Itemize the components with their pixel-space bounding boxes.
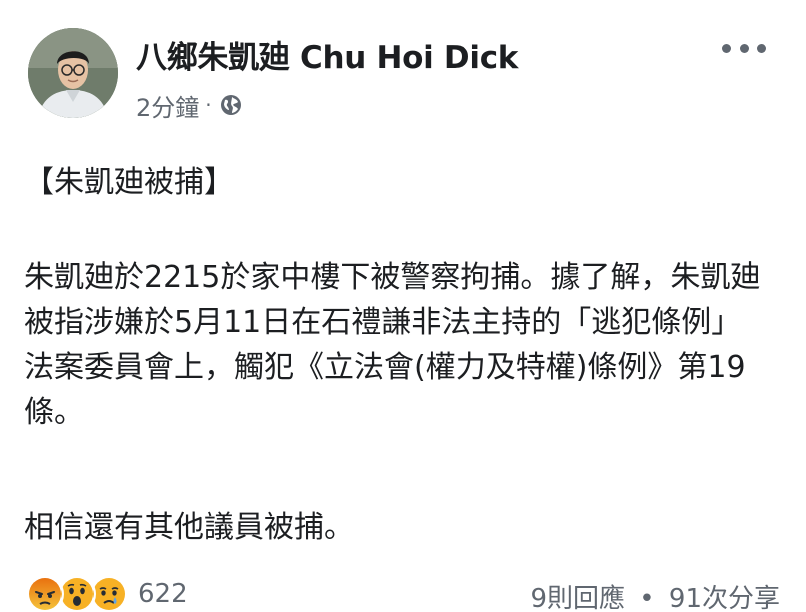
reaction-count[interactable]: 622 bbox=[138, 579, 188, 609]
avatar[interactable] bbox=[28, 28, 118, 118]
globe-icon[interactable] bbox=[220, 94, 242, 116]
post-meta: 2分鐘 · bbox=[136, 88, 242, 122]
author-name[interactable]: 八鄉朱凱廸 Chu Hoi Dick bbox=[136, 32, 518, 77]
more-dot bbox=[722, 43, 731, 53]
meta-separator: · bbox=[205, 93, 212, 117]
post-title: 【朱凱廸被捕】 bbox=[24, 165, 234, 200]
post-closing: 相信還有其他議員被捕。 bbox=[24, 510, 354, 545]
post-timestamp[interactable]: 2分鐘 bbox=[136, 88, 199, 123]
stats-separator: • bbox=[639, 584, 655, 612]
comments-count[interactable]: 9則回應 bbox=[530, 584, 625, 612]
angry-emoji-icon bbox=[26, 575, 64, 612]
post-paragraph: 朱凱廸於2215於家中樓下被警察拘捕。據了解，朱凱廸被指涉嫌於5月11日在石禮謙… bbox=[24, 260, 761, 430]
shares-count[interactable]: 91次分享 bbox=[669, 584, 780, 612]
more-dot bbox=[739, 43, 749, 53]
avatar-portrait-icon bbox=[28, 28, 118, 118]
post-stats: 9則回應 • 91次分享 bbox=[530, 578, 780, 612]
reactions-summary[interactable]: 622 bbox=[26, 574, 188, 612]
more-dot bbox=[757, 43, 766, 53]
facebook-post: 八鄉朱凱廸 Chu Hoi Dick 2分鐘 · 【朱凱廸被捕】 朱凱廸於221… bbox=[0, 0, 806, 612]
more-options-icon[interactable] bbox=[722, 36, 766, 60]
